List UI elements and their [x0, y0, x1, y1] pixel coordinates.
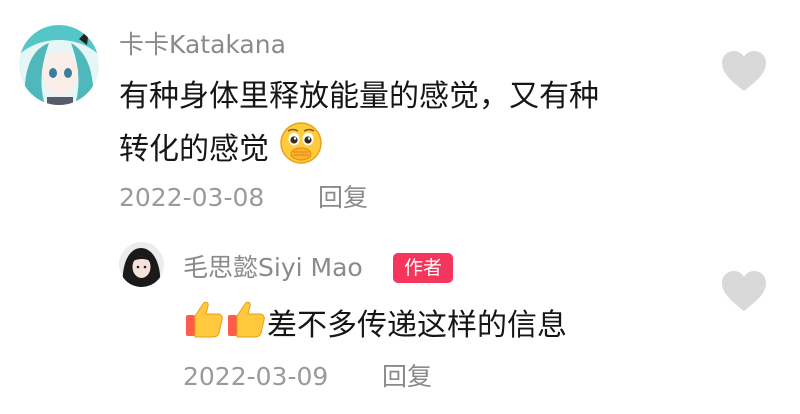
reply-avatar[interactable] — [119, 242, 164, 287]
heart-icon[interactable] — [721, 50, 767, 92]
reply-text-row: 差不多传递这样的信息 — [183, 298, 567, 346]
comment-text-line-2: 转化的感觉 — [119, 132, 269, 167]
comment-text: 有种身体里释放能量的感觉，又有种 转化的感觉 — [119, 73, 699, 180]
heart-icon[interactable] — [721, 270, 767, 312]
comment-text-line-1: 有种身体里释放能量的感觉，又有种 — [119, 79, 599, 114]
reply-reply-button[interactable]: 回复 — [382, 360, 432, 394]
reply-date: 2022-03-09 — [183, 362, 329, 391]
reply-text: 差不多传递这样的信息 — [267, 308, 567, 343]
thumbs-up-icon — [183, 298, 225, 355]
pleading-face-covering-mouth-icon — [279, 121, 323, 180]
reply-username[interactable]: 毛思懿Siyi Mao — [183, 251, 363, 285]
comment-date: 2022-03-08 — [119, 183, 265, 212]
thumbs-up-icon — [225, 298, 267, 355]
comment-reply-button[interactable]: 回复 — [318, 181, 368, 215]
avatar[interactable] — [19, 25, 99, 105]
comment-username[interactable]: 卡卡Katakana — [119, 28, 286, 62]
author-badge: 作者 — [393, 253, 453, 283]
